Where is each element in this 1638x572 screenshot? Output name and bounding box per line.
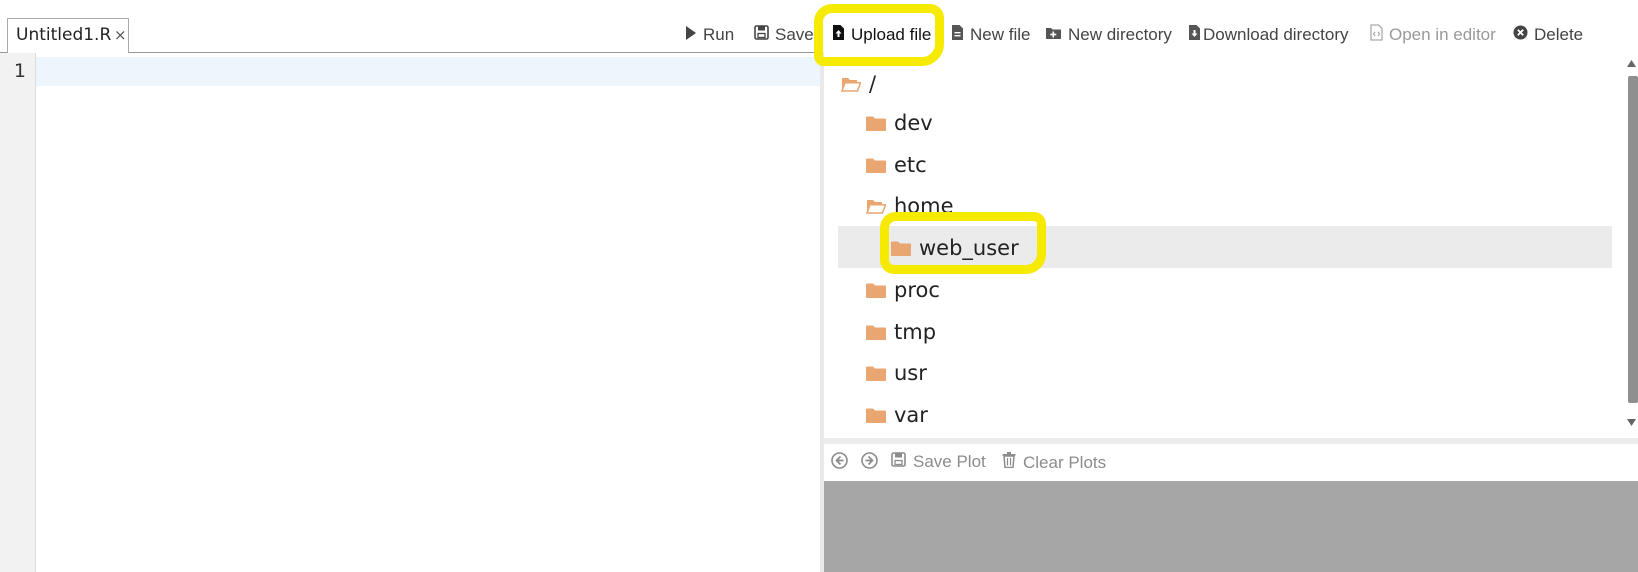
tree-item-dev[interactable]: dev bbox=[866, 103, 933, 143]
run-label: Run bbox=[703, 25, 735, 44]
tree-root-label: / bbox=[869, 72, 877, 96]
tree-item-var[interactable]: var bbox=[866, 395, 928, 435]
run-button[interactable]: Run bbox=[685, 22, 734, 48]
folder-icon bbox=[866, 283, 886, 298]
line-number: 1 bbox=[13, 60, 26, 82]
tree-item-etc[interactable]: etc bbox=[866, 145, 927, 185]
file-download-icon bbox=[1188, 24, 1201, 46]
next-plot-button[interactable] bbox=[861, 452, 878, 474]
save-label: Save bbox=[775, 25, 814, 44]
editor-tab[interactable]: Untitled1.R × bbox=[7, 18, 129, 53]
tree-item-label: tmp bbox=[894, 320, 937, 344]
open-in-editor-button[interactable]: Open in editor bbox=[1370, 22, 1496, 48]
folder-icon bbox=[866, 116, 886, 131]
tree-scrollbar-thumb[interactable] bbox=[1628, 76, 1638, 403]
tree-item-label: usr bbox=[894, 361, 927, 385]
delete-button[interactable]: Delete bbox=[1513, 22, 1583, 48]
tree-root[interactable]: / bbox=[840, 64, 877, 104]
new-file-label: New file bbox=[970, 25, 1031, 44]
play-icon bbox=[685, 25, 697, 46]
tree-item-label: var bbox=[894, 403, 928, 427]
trash-icon bbox=[1002, 452, 1016, 473]
web-user-highlight bbox=[880, 212, 1046, 274]
new-file-button[interactable]: New file bbox=[951, 22, 1030, 48]
delete-label: Delete bbox=[1534, 25, 1584, 44]
arrow-left-circle-icon bbox=[831, 452, 848, 474]
tree-item-label: proc bbox=[894, 278, 940, 302]
tree-item-tmp[interactable]: tmp bbox=[866, 312, 936, 352]
clear-plots-button[interactable]: Clear Plots bbox=[1002, 452, 1106, 473]
tree-item-label: dev bbox=[894, 111, 933, 135]
upload-file-highlight bbox=[814, 4, 944, 66]
folder-open-icon bbox=[840, 77, 862, 92]
open-in-editor-label: Open in editor bbox=[1389, 25, 1496, 44]
download-directory-button[interactable]: Download directory bbox=[1188, 22, 1349, 48]
new-directory-label: New directory bbox=[1068, 25, 1172, 44]
plot-area bbox=[824, 481, 1638, 572]
line-gutter bbox=[0, 53, 36, 572]
close-circle-icon bbox=[1513, 25, 1528, 45]
arrow-right-circle-icon bbox=[861, 452, 878, 474]
tree-item-usr[interactable]: usr bbox=[866, 353, 927, 393]
previous-plot-button[interactable] bbox=[831, 452, 848, 474]
tab-close-icon[interactable]: × bbox=[114, 26, 127, 44]
folder-plus-icon bbox=[1045, 25, 1062, 45]
download-directory-label: Download directory bbox=[1203, 25, 1349, 44]
file-code-icon bbox=[1370, 24, 1383, 46]
save-button[interactable]: Save bbox=[754, 22, 814, 48]
floppy-icon bbox=[754, 25, 769, 45]
tree-item-label: etc bbox=[894, 153, 927, 177]
folder-icon bbox=[866, 158, 886, 173]
tree-item-proc[interactable]: proc bbox=[866, 270, 940, 310]
clear-plots-label: Clear Plots bbox=[1023, 452, 1107, 472]
editor-tab-label: Untitled1.R bbox=[16, 25, 112, 45]
folder-icon bbox=[866, 408, 886, 423]
save-plot-label: Save Plot bbox=[913, 452, 986, 471]
save-plot-button[interactable]: Save Plot bbox=[891, 452, 986, 472]
folder-icon bbox=[866, 325, 886, 340]
floppy-icon bbox=[891, 452, 906, 472]
folder-icon bbox=[866, 366, 886, 381]
new-directory-button[interactable]: New directory bbox=[1045, 22, 1172, 48]
active-line-highlight[interactable] bbox=[36, 57, 820, 86]
new-file-icon bbox=[951, 24, 964, 46]
folder-open-icon bbox=[865, 199, 887, 214]
